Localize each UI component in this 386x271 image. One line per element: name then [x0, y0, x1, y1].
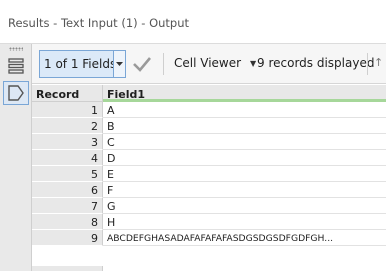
field-value[interactable]: C	[103, 134, 386, 150]
table-row[interactable]: 7 G	[32, 198, 386, 214]
drag-grip-icon[interactable]	[9, 47, 23, 51]
record-number: 9	[32, 230, 103, 246]
table-row[interactable]: 1 A	[32, 102, 386, 118]
record-number: 6	[32, 182, 103, 198]
table-row[interactable]: 8 H	[32, 214, 386, 230]
checkmark-icon	[133, 57, 151, 72]
caret-down-icon: ▼	[250, 58, 257, 68]
sidebar	[0, 44, 32, 271]
list-icon	[8, 58, 24, 74]
record-number: 2	[32, 118, 103, 134]
column-header-field1[interactable]: Field1	[103, 85, 386, 102]
record-number: 4	[32, 150, 103, 166]
column-header-record[interactable]: Record	[32, 85, 103, 102]
title-bar: Results - Text Input (1) - Output	[0, 0, 386, 44]
field-value[interactable]: A	[103, 102, 386, 118]
results-toolbar: 1 of 1 Fields Cell Viewer ▼ 9 records di…	[32, 44, 386, 84]
table-row[interactable]: 5 E	[32, 166, 386, 182]
field-value[interactable]: G	[103, 198, 386, 214]
field-value[interactable]: D	[103, 150, 386, 166]
toolbar-divider	[367, 53, 368, 75]
record-number: 7	[32, 198, 103, 214]
field-selector-dropdown[interactable]: 1 of 1 Fields	[39, 50, 126, 78]
cell-viewer-dropdown[interactable]: Cell Viewer ▼	[174, 56, 256, 70]
field-value[interactable]: E	[103, 166, 386, 182]
field-selector-label: 1 of 1 Fields	[44, 57, 117, 71]
list-view-button[interactable]	[3, 54, 29, 78]
table-row[interactable]: 4 D	[32, 150, 386, 166]
header-row: Record Field1	[32, 85, 386, 102]
table-row[interactable]: 6 F	[32, 182, 386, 198]
records-count: 9 records displayed	[257, 56, 375, 70]
cell-viewer-label: Cell Viewer	[174, 56, 242, 70]
table-row[interactable]: 9 ABCDEFGHASADAFAFAFAFASDGSDGSDFGDFGH...	[32, 230, 386, 246]
field-value[interactable]: ABCDEFGHASADAFAFAFAFASDGSDGSDFGDFGH...	[103, 230, 386, 246]
apply-button[interactable]	[132, 55, 152, 73]
results-grid: Record Field1 1 A 2 B 3 C 4 D 5 E 6 F 7 …	[32, 85, 386, 246]
overflow-arrow-icon[interactable]: ↑	[374, 56, 383, 69]
toolbar-divider	[163, 53, 164, 75]
chevron-down-icon[interactable]	[113, 51, 125, 77]
record-number: 1	[32, 102, 103, 118]
record-number: 8	[32, 214, 103, 230]
record-number: 3	[32, 134, 103, 150]
table-row[interactable]: 2 B	[32, 118, 386, 134]
window-title: Results - Text Input (1) - Output	[8, 16, 190, 30]
tag-view-button[interactable]	[3, 81, 29, 105]
table-row[interactable]: 3 C	[32, 134, 386, 150]
field-value[interactable]: H	[103, 214, 386, 230]
field-value[interactable]: B	[103, 118, 386, 134]
tag-icon	[8, 85, 24, 101]
record-column-filler	[32, 266, 103, 271]
field-value[interactable]: F	[103, 182, 386, 198]
record-number: 5	[32, 166, 103, 182]
